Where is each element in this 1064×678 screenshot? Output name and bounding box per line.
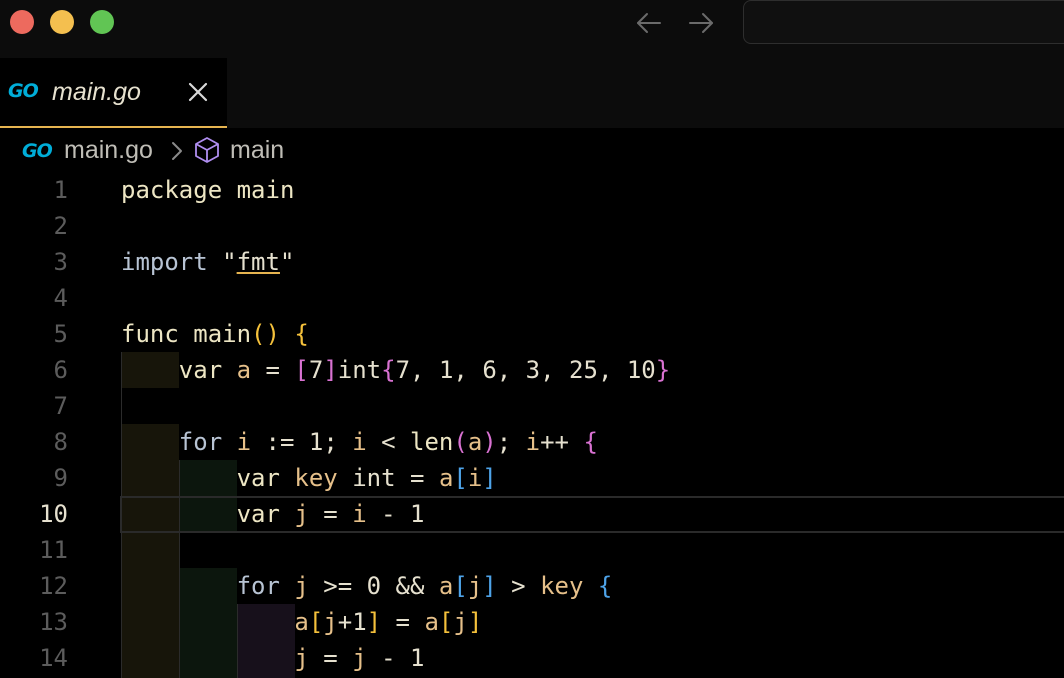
line-number: 14 [39, 644, 68, 672]
code-line: 2 [0, 208, 1064, 244]
code-text: j = j - 1 [294, 644, 425, 672]
code-line: 13 a[j+1] = a[j] [0, 604, 1064, 640]
line-number: 6 [53, 356, 68, 384]
code-line: 5 func main() { [0, 316, 1064, 352]
code-line: 9 var key int = a[i] [0, 460, 1064, 496]
command-search-input[interactable] [743, 0, 1064, 44]
close-window-button[interactable] [10, 10, 34, 34]
tab-label: main.go [52, 78, 141, 106]
line-number: 5 [53, 320, 68, 348]
line-number: 10 [39, 500, 68, 528]
line-number: 9 [53, 464, 68, 492]
code-line: 3 import "fmt" [0, 244, 1064, 280]
code-line: 12 for j >= 0 && a[j] > key { [0, 568, 1064, 604]
arrow-right-icon[interactable] [686, 8, 716, 38]
code-line: 14 j = j - 1 [0, 640, 1064, 676]
code-text: import "fmt" [121, 248, 295, 276]
code-line: 11 [0, 532, 1064, 568]
line-number: 13 [39, 608, 68, 636]
close-icon[interactable] [186, 80, 210, 104]
code-text: package main [121, 176, 295, 204]
code-text: a[j+1] = a[j] [294, 608, 483, 636]
code-text: func main() { [121, 320, 309, 348]
line-number: 12 [39, 572, 68, 600]
line-number: 7 [53, 392, 68, 420]
title-bar [0, 0, 1064, 58]
code-line: 8 for i := 1; i < len(a); i++ { [0, 424, 1064, 460]
code-editor[interactable]: 1 package main 2 3 import "fmt" 4 5 func… [0, 172, 1064, 678]
line-number: 8 [53, 428, 68, 456]
line-number: 1 [53, 176, 68, 204]
line-number: 2 [53, 212, 68, 240]
code-line: 7 [0, 388, 1064, 424]
tab-bar: GO main.go [0, 58, 1064, 128]
line-number: 11 [39, 536, 68, 564]
breadcrumb-file[interactable]: main.go [64, 136, 153, 165]
arrow-left-icon[interactable] [634, 8, 664, 38]
code-line-active: 10 var j = i - 1 [0, 496, 1064, 532]
go-file-icon: GO [8, 80, 39, 102]
breadcrumb: GO main.go main [0, 128, 1064, 172]
line-number: 3 [53, 248, 68, 276]
code-text: var j = i - 1 [236, 500, 425, 528]
code-line: 6 var a = [7]int{7, 1, 6, 3, 25, 10} [0, 352, 1064, 388]
minimize-window-button[interactable] [50, 10, 74, 34]
code-text: var a = [7]int{7, 1, 6, 3, 25, 10} [178, 356, 671, 384]
code-text: var key int = a[i] [236, 464, 497, 492]
chevron-right-icon [168, 140, 186, 162]
code-text: for j >= 0 && a[j] > key { [236, 572, 613, 600]
tab-main-go[interactable]: GO main.go [0, 58, 227, 128]
code-line: 4 [0, 280, 1064, 316]
zoom-window-button[interactable] [90, 10, 114, 34]
cube-icon [194, 136, 220, 164]
breadcrumb-symbol[interactable]: main [230, 136, 284, 165]
line-number: 4 [53, 284, 68, 312]
code-text: for i := 1; i < len(a); i++ { [178, 428, 598, 456]
go-file-icon: GO [22, 140, 53, 162]
code-line: 1 package main [0, 172, 1064, 208]
